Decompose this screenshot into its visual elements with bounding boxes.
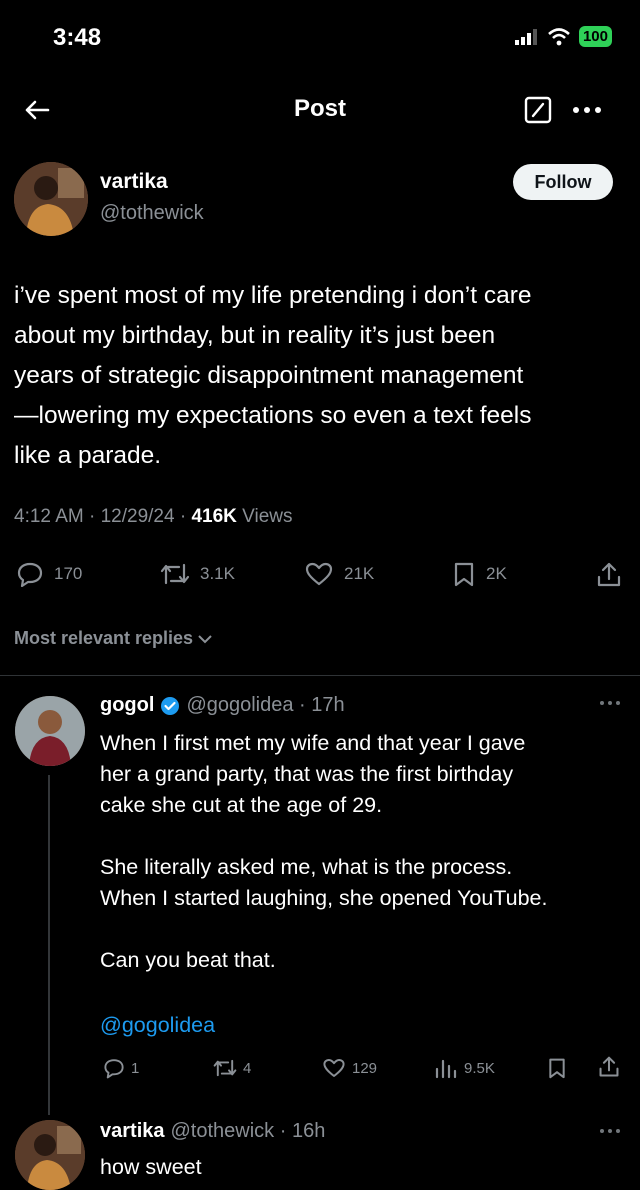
reply-text-line: Can you beat that. — [100, 948, 276, 972]
repost-icon — [213, 1059, 237, 1077]
reply-like-button[interactable]: 129 — [322, 1057, 377, 1079]
bookmark-icon — [549, 1058, 565, 1079]
sort-label: Most relevant replies — [14, 628, 194, 648]
post-text-line: like a parade. — [14, 442, 162, 469]
bookmark-count: 2K — [486, 564, 507, 583]
sort-replies-dropdown[interactable]: Most relevant replies — [14, 628, 213, 649]
person-photo-icon — [15, 696, 85, 766]
reply-views-count: 9.5K — [464, 1059, 495, 1077]
more-horizontal-icon — [600, 1129, 620, 1133]
comment-icon — [104, 1059, 124, 1079]
reply-handle-time[interactable]: @tothewick · 16h — [171, 1120, 326, 1143]
heart-icon — [305, 562, 333, 586]
reply-share-button[interactable] — [598, 1055, 620, 1079]
battery-indicator: 100 — [578, 26, 612, 47]
thread-line — [48, 775, 50, 1115]
reply-text: how sweet — [100, 1155, 202, 1179]
mention-link[interactable]: @gogolidea — [100, 1013, 215, 1038]
reply-repost-button[interactable]: 4 — [213, 1057, 251, 1079]
post-text-line: —lowering my expectations so even a text… — [14, 402, 532, 429]
views-label: Views — [236, 506, 293, 527]
views-count: 416K — [191, 506, 237, 527]
status-time: 3:48 — [53, 24, 102, 51]
divider — [0, 675, 640, 676]
reply-bookmark-button[interactable] — [547, 1057, 567, 1079]
reply-header: gogol @gogolidea · 17h — [100, 694, 345, 717]
share-icon — [597, 562, 621, 587]
share-button[interactable] — [596, 561, 622, 589]
status-icons: 100 — [514, 26, 612, 47]
reply-text-line: cake she cut at the age of 29. — [100, 793, 383, 817]
post-text: i’ve spent most of my life pretending i … — [14, 276, 626, 476]
share-icon — [599, 1056, 619, 1077]
repost-count: 3.1K — [200, 564, 235, 583]
reply-text-line — [100, 821, 625, 852]
analytics-bar-icon — [435, 1059, 457, 1079]
reply-count: 170 — [54, 564, 83, 583]
reply-author-name[interactable]: vartika — [100, 1120, 165, 1143]
reply-handle-time[interactable]: @gogolidea · 17h — [186, 694, 344, 717]
author-avatar[interactable] — [14, 162, 88, 236]
post-text-line: i’ve spent most of my life pretending i … — [14, 282, 532, 309]
comment-icon — [17, 562, 43, 587]
signal-icon — [514, 28, 537, 45]
reply-avatar[interactable] — [15, 696, 85, 766]
person-photo-icon — [15, 1120, 85, 1190]
like-button[interactable]: 21K — [304, 561, 374, 587]
repost-icon — [160, 563, 190, 585]
reply-text-line: her a grand party, that was the first bi… — [100, 762, 514, 786]
reply-text-line: When I first met my wife and that year I… — [100, 731, 526, 755]
post-text-line: years of strategic disappointment manage… — [14, 362, 524, 389]
bookmark-button[interactable]: 2K — [452, 561, 507, 587]
post-metadata: 4:12 AM · 12/29/24 · 416K Views — [14, 506, 293, 528]
reply-reply-button[interactable]: 1 — [103, 1057, 139, 1079]
edit-button[interactable] — [523, 95, 553, 130]
bookmark-icon — [454, 562, 474, 587]
reply-author-name[interactable]: gogol — [100, 694, 154, 717]
more-options-button[interactable] — [570, 100, 604, 125]
reply-like-count: 129 — [352, 1059, 378, 1077]
reply-more-button[interactable] — [598, 696, 622, 714]
reply-button[interactable]: 170 — [16, 561, 82, 587]
author-name[interactable]: vartika — [100, 170, 168, 194]
author-handle[interactable]: @tothewick — [100, 202, 204, 225]
post-timestamp[interactable]: 4:12 AM · 12/29/24 · — [14, 506, 191, 527]
reply-repost-count: 4 — [243, 1059, 252, 1077]
reply-more-button[interactable] — [598, 1124, 622, 1142]
reply-avatar[interactable] — [15, 1120, 85, 1190]
verified-badge-icon — [161, 696, 180, 715]
follow-button[interactable]: Follow — [513, 164, 613, 200]
more-horizontal-icon — [600, 701, 620, 705]
reply-text-line: When I started laughing, she opened YouT… — [100, 886, 548, 910]
more-horizontal-icon — [573, 107, 601, 113]
wifi-icon — [548, 27, 570, 45]
heart-icon — [323, 1059, 345, 1077]
chevron-down-icon — [198, 634, 212, 643]
repost-button[interactable]: 3.1K — [160, 561, 235, 587]
reply-text: When I first met my wife and that year I… — [100, 728, 625, 976]
person-photo-icon — [14, 162, 88, 236]
reply-header: vartika @tothewick · 16h — [100, 1120, 325, 1143]
reply-text-line: She literally asked me, what is the proc… — [100, 855, 513, 879]
edit-icon — [524, 96, 552, 124]
post-text-line: about my birthday, but in reality it’s j… — [14, 322, 496, 349]
like-count: 21K — [344, 564, 375, 583]
reply-text-line — [100, 914, 625, 945]
reply-reply-count: 1 — [131, 1059, 140, 1077]
reply-views-button[interactable]: 9.5K — [434, 1057, 495, 1079]
